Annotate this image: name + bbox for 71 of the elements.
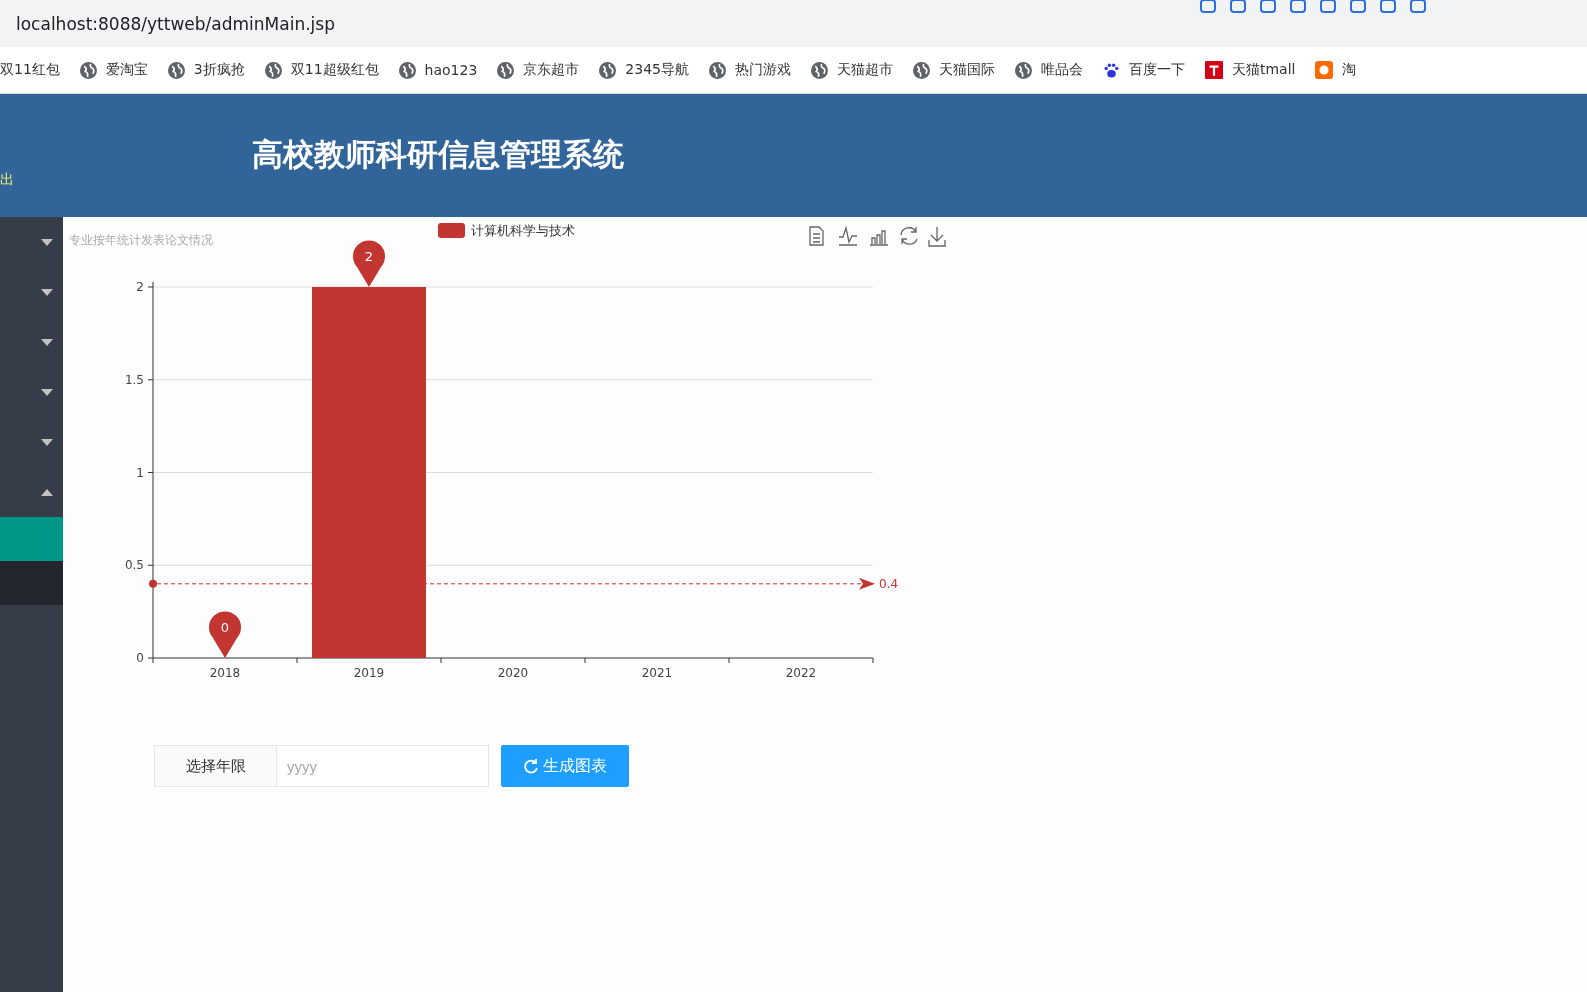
bookmark-link[interactable]: 百度一下 xyxy=(1102,61,1185,79)
globe-icon xyxy=(708,61,726,79)
axis-tick-label: 2018 xyxy=(209,666,241,680)
extension-icon[interactable] xyxy=(1289,0,1307,14)
bookmark-link[interactable]: 2345导航 xyxy=(599,61,689,79)
bookmark-link[interactable]: 天猫超市 xyxy=(810,61,893,79)
legend-label: 计算机科学与技术 xyxy=(471,223,575,238)
bookmark-link[interactable]: 3折疯抢 xyxy=(167,61,245,79)
average-label: 0.4 xyxy=(879,576,899,591)
annotation: 0 xyxy=(220,620,230,635)
caret-icon xyxy=(41,288,53,296)
year-input-field[interactable]: yyyy xyxy=(277,745,489,787)
axis-tick-label: 0 xyxy=(136,651,144,665)
chart-legend[interactable]: 计算机科学与技术 xyxy=(438,223,575,238)
logout-link[interactable]: 出 xyxy=(0,170,252,189)
extension-icon[interactable] xyxy=(1349,0,1367,14)
globe-icon xyxy=(810,61,828,79)
bookmark-link[interactable]: 天猫tmall xyxy=(1204,61,1296,79)
download-icon[interactable] xyxy=(928,226,946,247)
annotation: 2 xyxy=(364,249,374,264)
bookmark-link[interactable]: 淘 xyxy=(1315,61,1357,79)
caret-icon xyxy=(41,388,53,396)
extension-icon[interactable] xyxy=(1199,0,1217,14)
caret-icon xyxy=(41,438,53,446)
axis-tick-label: 2 xyxy=(136,280,144,294)
address-url[interactable]: localhost:8088/yttweb/adminMain.jsp xyxy=(16,13,335,34)
bookmark-link[interactable]: 双11超级红包 xyxy=(264,61,379,79)
refresh-icon xyxy=(523,758,539,774)
axis-tick-label: 0.5 xyxy=(124,558,144,573)
text-view-icon[interactable] xyxy=(809,226,824,246)
globe-icon xyxy=(912,61,930,79)
value-pin: 2 xyxy=(353,240,385,287)
globe-icon xyxy=(599,61,617,79)
globe-icon xyxy=(398,61,416,79)
line-start-marker xyxy=(149,579,157,588)
bookmark-link[interactable]: 唯品会 xyxy=(1014,61,1083,79)
bar-chart-icon[interactable] xyxy=(869,230,889,246)
globe-icon xyxy=(264,61,282,79)
axis-tick-label: 2022 xyxy=(785,666,817,680)
caret-icon xyxy=(41,238,53,246)
extension-icon[interactable] xyxy=(1409,0,1427,14)
year-label: 选择年限 xyxy=(154,745,277,787)
refresh-icon[interactable] xyxy=(900,226,918,245)
bookmark-link[interactable]: 京东超市 xyxy=(497,61,580,79)
bookmark-link[interactable]: 双11红包 xyxy=(0,61,60,79)
globe-icon xyxy=(1014,61,1032,79)
extension-icon[interactable] xyxy=(1259,0,1277,14)
bookmark-link[interactable]: 热门游戏 xyxy=(708,61,791,79)
tmall-icon xyxy=(1204,61,1223,79)
caret-icon xyxy=(41,338,53,346)
line-chart-icon[interactable] xyxy=(838,225,858,246)
bookmark-link[interactable]: 爱淘宝 xyxy=(79,61,148,79)
paw-icon xyxy=(1102,61,1120,79)
bookmark-link[interactable]: hao123 xyxy=(398,61,478,79)
axis-tick-label: 1 xyxy=(136,465,144,480)
chart-title: 专业按年统计发表论文情况 xyxy=(69,233,213,247)
axis-tick-label: 1.5 xyxy=(124,372,144,387)
axis-tick-label: 2019 xyxy=(353,666,385,680)
extension-icon[interactable] xyxy=(1229,0,1247,14)
value-pin: 0 xyxy=(209,611,241,658)
extension-icon[interactable] xyxy=(1379,0,1397,14)
shop-icon xyxy=(1315,61,1334,79)
axis-tick-label: 2021 xyxy=(641,666,673,680)
globe-icon xyxy=(79,61,97,79)
caret-icon xyxy=(41,488,53,496)
system-title: 高校教师科研信息管理系统 xyxy=(252,134,624,174)
globe-icon xyxy=(167,61,185,79)
extension-icon[interactable] xyxy=(1319,0,1337,14)
globe-icon xyxy=(497,61,515,79)
bookmark-link[interactable]: 天猫国际 xyxy=(912,61,995,79)
axis-tick-label: 2020 xyxy=(497,666,529,680)
